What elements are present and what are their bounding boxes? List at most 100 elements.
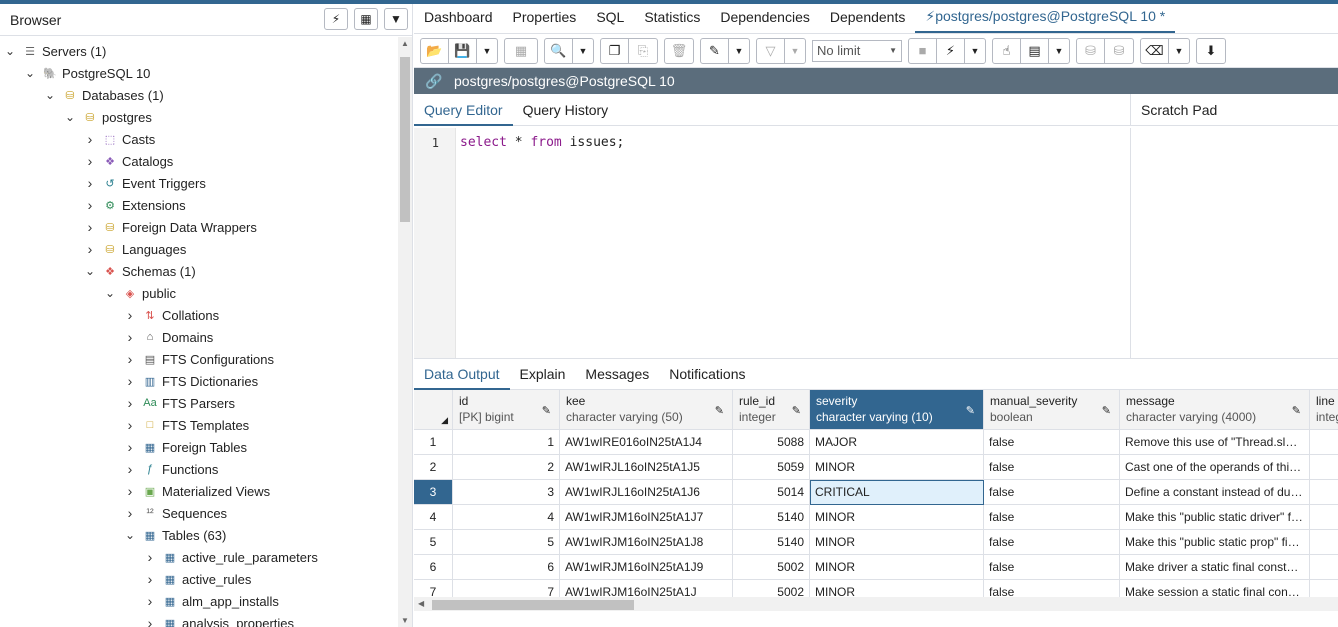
grid-scroll-thumb[interactable]	[432, 600, 634, 610]
chevron-right-icon[interactable]: ›	[124, 329, 136, 345]
tree-scroll-thumb[interactable]	[400, 57, 410, 222]
cell-id[interactable]: 4	[453, 505, 560, 530]
commit-icon[interactable]: ⛁	[1077, 38, 1105, 63]
cell-line[interactable]	[1310, 430, 1338, 455]
tree-node[interactable]: ⌄ 🐘 PostgreSQL 10	[24, 62, 150, 84]
cell-rule-id[interactable]: 5140	[733, 505, 810, 530]
column-header[interactable]: kee character varying (50) ✎	[560, 390, 733, 430]
cell-kee[interactable]: AW1wIRJL16oIN25tA1J6	[560, 480, 733, 505]
cell-message[interactable]: Remove this use of "Thread.sleep()".	[1120, 430, 1310, 455]
explain-analyze-icon[interactable]: ▤	[1021, 38, 1049, 63]
grid-hscrollbar[interactable]: ◀	[414, 597, 1338, 611]
chevron-right-icon[interactable]: ›	[84, 197, 96, 213]
connection-icon[interactable]: 🔗	[414, 73, 454, 90]
cell-line[interactable]	[1310, 555, 1338, 580]
pencil-icon[interactable]: ✎	[966, 404, 975, 417]
tab-properties[interactable]: Properties	[503, 9, 587, 33]
chevron-right-icon[interactable]: ›	[124, 351, 136, 367]
execute-dropdown-icon[interactable]: ▼	[965, 39, 985, 63]
tab-query-history[interactable]: Query History	[513, 94, 619, 126]
cell-message[interactable]: Make driver a static final constant or n…	[1120, 555, 1310, 580]
chevron-right-icon[interactable]: ›	[124, 461, 136, 477]
cell-manual-severity[interactable]: false	[984, 555, 1120, 580]
pencil-icon[interactable]: ✎	[542, 404, 551, 417]
tree-node[interactable]: › ▦ active_rule_parameters	[144, 546, 318, 568]
chevron-down-icon[interactable]: ⌄	[104, 286, 116, 300]
tree-node[interactable]: › ▥ FTS Dictionaries	[124, 370, 258, 392]
tree-node[interactable]: › □ FTS Templates	[124, 414, 250, 436]
chevron-right-icon[interactable]: ›	[84, 131, 96, 147]
filter-dropdown-icon[interactable]: ▼	[785, 39, 805, 63]
sql-code[interactable]: select * from issues;	[460, 135, 624, 150]
cell-message[interactable]: Cast one of the operands of this multipl…	[1120, 455, 1310, 480]
row-number[interactable]: 4	[414, 505, 453, 530]
cell-severity[interactable]: MINOR	[810, 580, 984, 597]
cell-id[interactable]: 7	[453, 580, 560, 597]
cell-id[interactable]: 6	[453, 555, 560, 580]
stop-icon[interactable]: ■	[909, 38, 937, 63]
chevron-right-icon[interactable]: ›	[84, 175, 96, 191]
save-icon[interactable]: 💾	[449, 38, 477, 63]
tab-data-output[interactable]: Data Output	[414, 358, 510, 390]
save-dropdown-icon[interactable]: ▼	[477, 39, 497, 63]
tree-node[interactable]: ⌄ ⛁ postgres	[64, 106, 152, 128]
tree-node[interactable]: › ▦ analysis_properties	[144, 612, 294, 627]
tab-explain[interactable]: Explain	[510, 358, 576, 390]
open-file-icon[interactable]: 📂	[421, 38, 449, 63]
cell-manual-severity[interactable]: false	[984, 580, 1120, 597]
cell-kee[interactable]: AW1wIRE016oIN25tA1J4	[560, 430, 733, 455]
explain-icon[interactable]: ☝	[993, 38, 1021, 63]
row-number[interactable]: 7	[414, 580, 453, 597]
cell-line[interactable]	[1310, 455, 1338, 480]
cell-message[interactable]: Define a constant instead of duplicating…	[1120, 480, 1310, 505]
cell-message[interactable]: Make session a static final constant or …	[1120, 580, 1310, 597]
tree-node[interactable]: › ⌂ Domains	[124, 326, 214, 348]
cell-line[interactable]	[1310, 580, 1338, 597]
row-number[interactable]: 2	[414, 455, 453, 480]
row-number[interactable]: 6	[414, 555, 453, 580]
chevron-down-icon[interactable]: ⌄	[44, 88, 56, 102]
chevron-right-icon[interactable]: ›	[144, 615, 156, 627]
chevron-right-icon[interactable]: ›	[84, 153, 96, 169]
cell-rule-id[interactable]: 5002	[733, 555, 810, 580]
cell-manual-severity[interactable]: false	[984, 455, 1120, 480]
clear-icon[interactable]: ⌫	[1141, 38, 1169, 63]
tree-node[interactable]: › ⬚ Casts	[84, 128, 156, 150]
cell-rule-id[interactable]: 5002	[733, 580, 810, 597]
edit-dropdown-icon[interactable]: ▼	[729, 39, 749, 63]
tree-node[interactable]: › ⚙ Extensions	[84, 194, 186, 216]
chevron-down-icon[interactable]: ⌄	[4, 44, 16, 58]
filter-rows-icon[interactable]: ▽	[757, 38, 785, 63]
cell-manual-severity[interactable]: false	[984, 430, 1120, 455]
column-header[interactable]: manual_severity boolean ✎	[984, 390, 1120, 430]
tree-node[interactable]: › ƒ Functions	[124, 458, 219, 480]
tab-notifications[interactable]: Notifications	[659, 358, 755, 390]
scroll-down-icon[interactable]: ▼	[401, 616, 409, 625]
chevron-right-icon[interactable]: ›	[124, 417, 136, 433]
cell-id[interactable]: 2	[453, 455, 560, 480]
scroll-left-icon[interactable]: ◀	[418, 599, 424, 608]
chevron-right-icon[interactable]: ›	[144, 593, 156, 609]
row-limit-select[interactable]: No limit ▼	[812, 39, 902, 62]
tree-node[interactable]: › ▦ alm_app_installs	[144, 590, 279, 612]
row-number[interactable]: 1	[414, 430, 453, 455]
chevron-down-icon[interactable]: ⌄	[84, 264, 96, 278]
cell-id[interactable]: 5	[453, 530, 560, 555]
chevron-right-icon[interactable]: ›	[124, 307, 136, 323]
chevron-right-icon[interactable]: ›	[124, 483, 136, 499]
tab-statistics[interactable]: Statistics	[634, 9, 710, 33]
chevron-right-icon[interactable]: ›	[124, 505, 136, 521]
tree-node[interactable]: ⌄ ▦ Tables (63)	[124, 524, 226, 546]
cell-severity[interactable]: MINOR	[810, 555, 984, 580]
tree-node[interactable]: ⌄ ☰ Servers (1)	[4, 40, 106, 62]
filter-icon[interactable]: ▼	[384, 8, 408, 30]
cell-rule-id[interactable]: 5088	[733, 430, 810, 455]
find-icon[interactable]: 🔍	[545, 38, 573, 63]
edit-grid-icon[interactable]: ▦	[505, 39, 537, 63]
column-header[interactable]: rule_id integer ✎	[733, 390, 810, 430]
tab-dependencies[interactable]: Dependencies	[710, 9, 820, 33]
cell-rule-id[interactable]: 5059	[733, 455, 810, 480]
delete-icon[interactable]: 🗑	[665, 39, 693, 63]
cell-kee[interactable]: AW1wIRJM16oIN25tA1J9	[560, 555, 733, 580]
tree-node[interactable]: › ▦ Foreign Tables	[124, 436, 247, 458]
